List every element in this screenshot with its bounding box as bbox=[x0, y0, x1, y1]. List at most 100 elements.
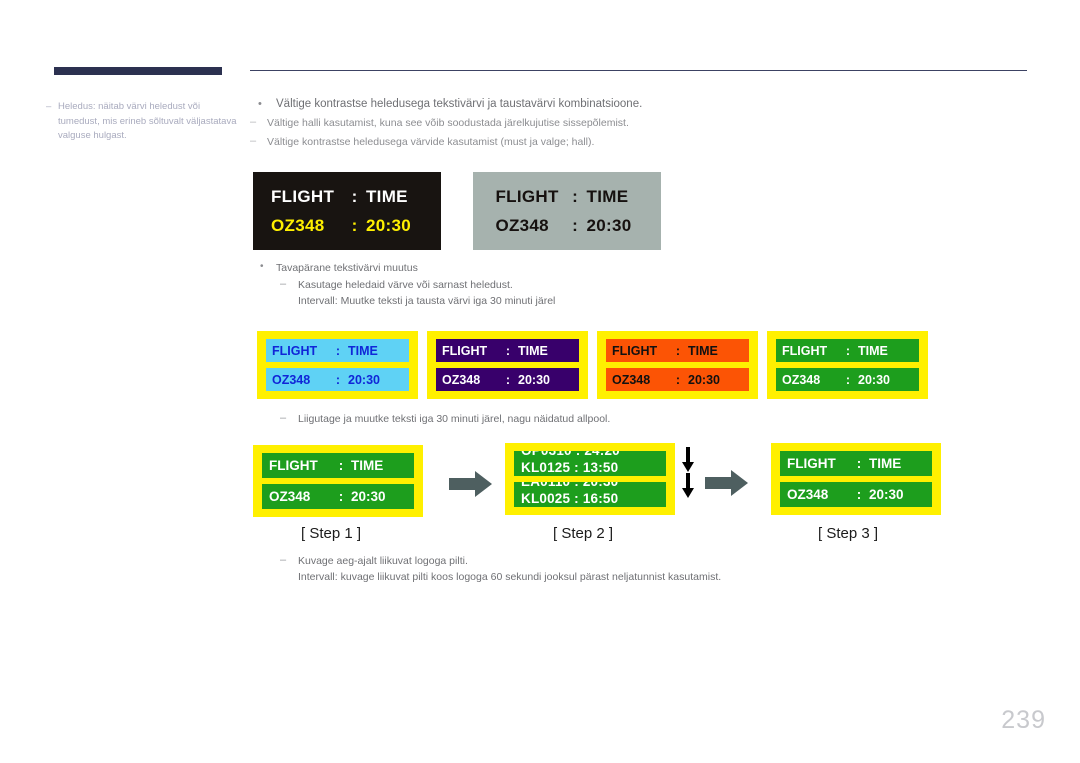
step3-label: [ Step 3 ] bbox=[818, 525, 879, 542]
bullet-marker: • bbox=[258, 98, 262, 110]
colon-separator: : bbox=[845, 343, 851, 358]
flight-time: 20:30 bbox=[858, 372, 890, 387]
step1-board: FLIGHT : TIME OZ348 : 20:30 bbox=[253, 445, 423, 517]
interval-60sec-text: Intervall: kuvage liikuvat pilti koos lo… bbox=[298, 571, 722, 583]
flight-label: FLIGHT bbox=[612, 343, 658, 358]
board-header-row: FLIGHT : TIME bbox=[269, 458, 407, 473]
board-value-strip: OZ348 : 20:30 bbox=[776, 368, 919, 391]
board-header-row: FLIGHT : TIME bbox=[442, 344, 573, 358]
dash-use-light-colors-text: Kasutage heledaid värve või sarnast hele… bbox=[298, 279, 513, 291]
colon-separator: : bbox=[675, 372, 681, 387]
black-flight-board: FLIGHT : TIME OZ348 : 20:30 bbox=[253, 172, 441, 250]
board-value-strip: OZ348 : 20:30 bbox=[780, 482, 932, 507]
orange-flight-board: FLIGHT : TIME OZ348 : 20:30 bbox=[597, 331, 758, 399]
scroll-inner-top: OP0310 : 24:20 KL0125 : 13:50 bbox=[521, 451, 659, 476]
step2-label: [ Step 2 ] bbox=[553, 525, 614, 542]
time-label: TIME bbox=[688, 343, 718, 358]
content-column: • Vältige kontrastse heledusega tekstivä… bbox=[250, 96, 1040, 153]
scroll-line-ea0110: EA0110 : 20:30 bbox=[521, 482, 659, 490]
step1-label: [ Step 1 ] bbox=[301, 525, 362, 542]
flight-code: OZ348 bbox=[269, 489, 311, 504]
flight-label: FLIGHT bbox=[782, 343, 828, 358]
page-number: 239 bbox=[1001, 706, 1046, 734]
header-rule-line bbox=[250, 70, 1027, 71]
flight-label: FLIGHT bbox=[495, 186, 559, 206]
board-value-strip: OZ348 : 20:30 bbox=[606, 368, 749, 391]
board-value-row: OZ348 : 20:30 bbox=[787, 487, 925, 502]
arrow-right-icon bbox=[705, 469, 749, 497]
dash-marker: – bbox=[280, 412, 287, 424]
dash-move-text-text: Liigutage ja muutke teksti iga 30 minuti… bbox=[298, 413, 611, 425]
step2-frame: OP0310 : 24:20 KL0125 : 13:50 EA0110 : 2… bbox=[505, 443, 675, 515]
time-label: TIME bbox=[348, 343, 378, 358]
flight-code: OZ348 bbox=[442, 372, 481, 387]
flight-label: FLIGHT bbox=[272, 343, 318, 358]
dash-move-text: – Liigutage ja muutke teksti iga 30 minu… bbox=[250, 411, 1040, 427]
board-header-row: FLIGHT : TIME bbox=[271, 182, 423, 211]
time-label: TIME bbox=[518, 343, 548, 358]
flight-time: 20:30 bbox=[351, 489, 386, 504]
dash-avoid-grey: – Vältige halli kasutamist, kuna see või… bbox=[250, 115, 1040, 131]
step3-frame: FLIGHT : TIME OZ348 : 20:30 bbox=[771, 443, 941, 515]
board-header-row: FLIGHT : TIME bbox=[612, 344, 743, 358]
board-value-strip: OZ348 : 20:30 bbox=[262, 484, 414, 509]
board-header-row: FLIGHT : TIME bbox=[787, 456, 925, 471]
dash-avoid-bw: – Vältige kontrastse heledusega värvide … bbox=[250, 134, 1040, 150]
board-value-row: OZ348 : 20:30 bbox=[271, 211, 423, 240]
board-value-row: OZ348 : 20:30 bbox=[782, 373, 913, 387]
colon-separator: : bbox=[351, 215, 358, 235]
board-header-strip: FLIGHT : TIME bbox=[262, 453, 414, 478]
dash-marker: – bbox=[280, 278, 287, 290]
flight-time: 20:30 bbox=[586, 215, 632, 235]
green-flight-board: FLIGHT : TIME OZ348 : 20:30 bbox=[767, 331, 928, 399]
scroll-inner-bottom: EA0110 : 20:30 KL0025 : 16:50 bbox=[521, 482, 659, 507]
bullet-avoid-contrast-text: Vältige kontrastse heledusega tekstivärv… bbox=[276, 98, 643, 110]
board-header-strip: FLIGHT : TIME bbox=[266, 339, 409, 362]
cyan-flight-board: FLIGHT : TIME OZ348 : 20:30 bbox=[257, 331, 418, 399]
grey-flight-board: FLIGHT : TIME OZ348 : 20:30 bbox=[473, 172, 662, 250]
sidebar-note-text: Heledus: näitab värvi heledust või tumed… bbox=[58, 101, 237, 141]
flight-code: OZ348 bbox=[495, 215, 549, 235]
content-column-bottom: – Kuvage aeg-ajalt liikuvat logoga pilti… bbox=[250, 553, 1040, 585]
scroll-line-kl0125: KL0125 : 13:50 bbox=[521, 460, 619, 475]
time-label: TIME bbox=[351, 458, 384, 473]
header-accent-bar bbox=[54, 67, 222, 75]
scroll-line-op0310: OP0310 : 24:20 bbox=[521, 451, 659, 459]
flight-code: OZ348 bbox=[782, 372, 821, 387]
arrow-right-icon bbox=[449, 470, 493, 498]
colon-separator: : bbox=[505, 343, 511, 358]
board-value-row: OZ348 : 20:30 bbox=[442, 373, 573, 387]
colon-separator: : bbox=[845, 372, 851, 387]
colon-separator: : bbox=[675, 343, 681, 358]
flight-time: 20:30 bbox=[688, 372, 720, 387]
board-scrolling-strip-bottom: EA0110 : 20:30 KL0025 : 16:50 bbox=[514, 482, 666, 507]
sidebar-note: – Heledus: näitab värvi heledust või tum… bbox=[46, 100, 241, 144]
flight-code: OZ348 bbox=[612, 372, 651, 387]
purple-flight-board: FLIGHT : TIME OZ348 : 20:30 bbox=[427, 331, 588, 399]
board-value-row: OZ348 : 20:30 bbox=[272, 373, 403, 387]
board-header-row: FLIGHT : TIME bbox=[782, 344, 913, 358]
dash-marker: – bbox=[280, 554, 287, 566]
colon-separator: : bbox=[351, 186, 358, 206]
dash-avoid-bw-text: Vältige kontrastse heledusega värvide ka… bbox=[267, 136, 595, 148]
board-quad-group: FLIGHT : TIME OZ348 : 20:30 FLIGHT : TIM… bbox=[257, 331, 928, 399]
flight-label: FLIGHT bbox=[269, 458, 318, 473]
colon-separator: : bbox=[505, 372, 511, 387]
steps-diagram: FLIGHT : TIME OZ348 : 20:30 KL0125: 13:… bbox=[253, 443, 943, 555]
flight-label: FLIGHT bbox=[442, 343, 488, 358]
time-label: TIME bbox=[858, 343, 888, 358]
interval-30min-text: Intervall: Muutke teksti ja tausta värvi… bbox=[298, 295, 556, 307]
step1-frame: FLIGHT : TIME OZ348 : 20:30 bbox=[253, 445, 423, 517]
flight-code: OZ348 bbox=[271, 215, 325, 235]
time-label: TIME bbox=[869, 456, 902, 471]
board-header-strip: FLIGHT : TIME bbox=[776, 339, 919, 362]
board-header-row: FLIGHT : TIME bbox=[272, 344, 403, 358]
board-header-strip: FLIGHT : TIME bbox=[780, 451, 932, 476]
scroll-line-kl0025: KL0025 : 16:50 bbox=[521, 491, 619, 506]
bullet-marker: • bbox=[260, 261, 264, 272]
dash-use-light-colors: – Kasutage heledaid värve või sarnast he… bbox=[250, 277, 1040, 293]
flight-time: 20:30 bbox=[348, 372, 380, 387]
sidebar-dash-marker: – bbox=[46, 101, 52, 112]
arrow-down-icon bbox=[681, 473, 695, 499]
flight-code: OZ348 bbox=[272, 372, 311, 387]
